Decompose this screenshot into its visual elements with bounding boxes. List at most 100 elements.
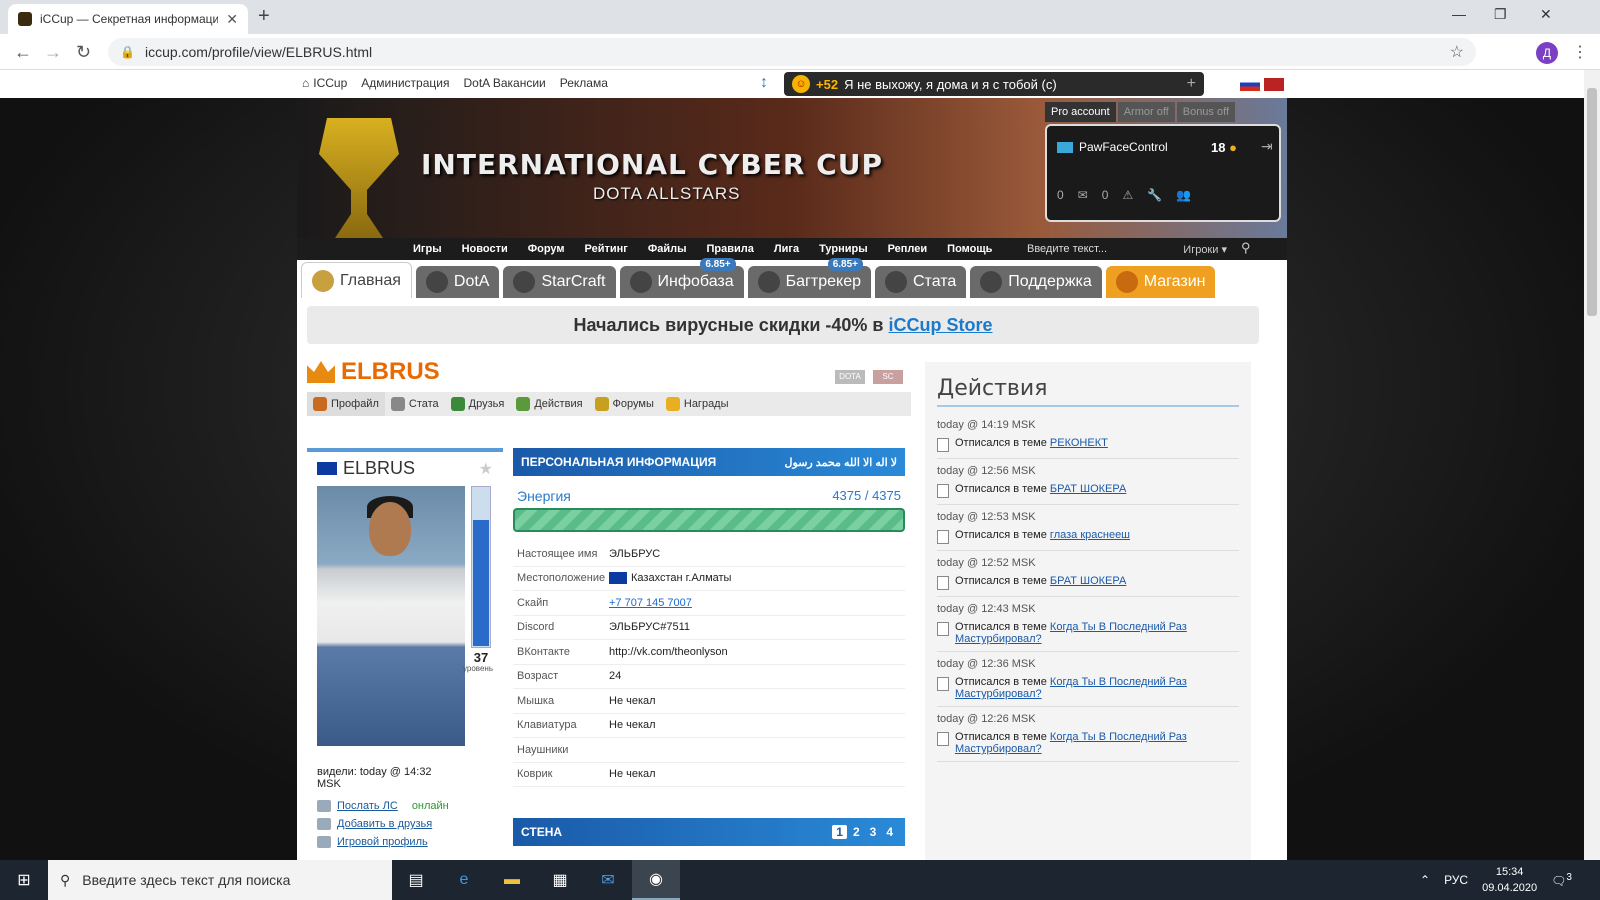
task-view-icon[interactable]: ▤ [392,860,440,900]
mail-icon[interactable]: ✉ [1078,188,1088,202]
vacancies-link[interactable]: DotA Вакансии [463,76,545,90]
site-favicon-icon [18,12,32,26]
wall-header: СТЕНА 1 2 3 4 [513,818,905,846]
game-profile-link[interactable]: Игровой профиль [337,836,428,848]
shoutbox[interactable]: ☺ +52 Я не выхожу, я дома и я с тобой (с… [784,72,1204,96]
chevron-down-icon: ▾ [1221,243,1227,256]
add-friend-link[interactable]: Добавить в друзья [337,818,432,830]
clock[interactable]: 15:34 09.04.2020 [1482,864,1537,896]
notifications-icon[interactable]: 🗨3 [1551,872,1572,888]
new-tab-icon[interactable]: + [258,5,270,28]
tab-main[interactable]: Главная [301,262,412,298]
home-link[interactable]: ⌂ ICCup [302,76,347,90]
bonus-tab[interactable]: Bonus off [1176,102,1236,122]
close-tab-icon[interactable]: ✕ [226,11,238,28]
subnav-friends[interactable]: Друзья [445,397,511,411]
topic-link[interactable]: РЕКОНЕКТ [1050,437,1108,449]
chevron-up-icon[interactable]: ⌃ [1420,873,1430,887]
ads-link[interactable]: Реклама [560,76,608,90]
page-scrollbar[interactable] [1584,70,1600,860]
friends-icon[interactable]: 👥 [1176,188,1191,202]
close-window-icon[interactable]: ✕ [1540,6,1552,23]
edge-icon[interactable]: e [440,860,488,900]
bookmark-star-icon[interactable]: ☆ [1450,42,1464,62]
pro-account-tab[interactable]: Pro account [1045,102,1116,122]
info-row: Мышка Не чекал [513,689,905,714]
menu-replays[interactable]: Реплеи [878,243,938,255]
profile-card: ELBRUS ★ 37 уровень видели: today @ 14:32… [307,448,503,860]
chrome-icon[interactable]: ◉ [632,860,680,900]
page-2[interactable]: 2 [849,825,864,839]
en-flag-icon[interactable] [1264,78,1284,91]
tab-stats[interactable]: Стата [875,266,967,298]
search-type-select[interactable]: Игроки ▾ [1183,243,1227,256]
search-input[interactable]: Введите текст... [1027,243,1107,255]
reload-icon[interactable]: ↻ [76,42,91,63]
energy-row: Энергия 4375 / 4375 [513,476,905,508]
windows-start-icon[interactable]: ⊞ [0,870,48,890]
sc-tag[interactable]: SC [873,370,903,384]
store-link[interactable]: iCCup Store [889,315,993,335]
page-1[interactable]: 1 [832,825,847,839]
tab-infobase[interactable]: 6.85+ Инфобаза [619,258,744,298]
menu-league[interactable]: Лига [764,243,809,255]
account-username[interactable]: PawFaceControl [1057,140,1168,154]
trophy-logo-icon[interactable] [319,118,399,238]
store-icon[interactable]: ▦ [536,860,584,900]
banner-title: INTERNATIONAL CYBER CUP [421,148,883,181]
tab-dota[interactable]: DotA [415,266,500,298]
tab-starcraft[interactable]: StarCraft [503,266,616,298]
address-bar[interactable]: 🔒 iccup.com/profile/view/ELBRUS.html ☆ [108,38,1476,66]
dota-tag[interactable]: DOTA [835,370,865,384]
favorite-star-icon[interactable]: ★ [479,459,493,479]
language-indicator[interactable]: РУС [1444,873,1468,887]
minimize-icon[interactable]: — [1452,6,1466,22]
warning-icon[interactable]: ⚠ [1122,188,1133,202]
menu-files[interactable]: Файлы [638,243,697,255]
maximize-icon[interactable]: ❐ [1494,6,1507,23]
subnav-stats[interactable]: Стата [385,397,445,411]
menu-rating[interactable]: Рейтинг [575,243,638,255]
add-shout-icon[interactable]: + [1187,75,1196,93]
mail-icon [317,800,331,812]
subnav-forums[interactable]: Форумы [589,397,660,411]
tab-bugtracker[interactable]: 6.85+ Багтрекер [747,258,871,298]
send-message-link[interactable]: Послать ЛС [337,800,398,812]
topic-link[interactable]: БРАТ ШОКЕРА [1050,575,1126,587]
profile-avatar[interactable]: Д [1536,42,1558,64]
menu-rules[interactable]: Правила [697,243,764,255]
browser-tab[interactable]: iCCup — Секретная информаци ✕ [8,4,248,34]
search-icon[interactable]: ⚲ [1241,240,1251,256]
mail-app-icon[interactable]: ✉ [584,860,632,900]
subnav-actions[interactable]: Действия [510,397,588,411]
subnav-profile[interactable]: Профайл [307,392,385,416]
wrench-icon[interactable]: 🔧 [1147,188,1162,202]
admin-link[interactable]: Администрация [361,76,449,90]
post-icon [937,622,949,636]
logout-icon[interactable]: ⇥ [1261,138,1273,155]
menu-tournaments[interactable]: Турниры [809,243,878,255]
level-progress [471,486,491,648]
menu-icon[interactable]: ⋮ [1572,42,1588,62]
topic-link[interactable]: БРАТ ШОКЕРА [1050,483,1126,495]
tab-shop[interactable]: Магазин [1105,266,1216,298]
explorer-icon[interactable]: ▬ [488,860,536,900]
page-4[interactable]: 4 [882,825,897,839]
skype-link[interactable]: +7 707 145 7007 [609,597,692,609]
page-3[interactable]: 3 [866,825,881,839]
ru-flag-icon[interactable] [1240,78,1260,91]
armor-tab[interactable]: Armor off [1117,102,1175,122]
topic-link[interactable]: глаза краснееш [1050,529,1130,541]
menu-games[interactable]: Игры [403,243,452,255]
taskbar-search[interactable]: ⚲ Введите здесь текст для поиска [48,860,392,900]
eu-flag-icon [317,462,337,475]
menu-news[interactable]: Новости [452,243,518,255]
swap-icon[interactable]: ↕ [760,74,768,92]
subnav-awards[interactable]: Награды [660,397,735,411]
energy-bar [513,508,905,532]
menu-forum[interactable]: Форум [518,243,575,255]
menu-help[interactable]: Помощь [937,243,1002,255]
back-icon[interactable]: ← [14,42,32,63]
forward-icon[interactable]: → [44,42,62,63]
tab-support[interactable]: Поддержка [970,266,1102,298]
